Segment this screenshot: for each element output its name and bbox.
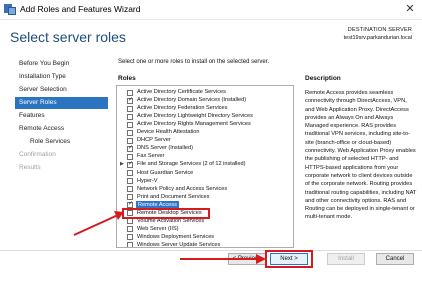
role-checkbox[interactable] — [127, 105, 133, 112]
install-button: Install — [327, 253, 365, 265]
description-text: Remote Access provides seamless connecti… — [305, 90, 417, 221]
page-title: Select server roles — [10, 29, 126, 45]
role-checkbox[interactable] — [127, 121, 133, 128]
role-checkbox[interactable] — [127, 178, 133, 185]
role-checkbox[interactable] — [127, 113, 133, 120]
role-checkbox[interactable] — [127, 226, 133, 233]
role-checkbox[interactable] — [127, 170, 133, 176]
role-checkbox[interactable] — [127, 144, 133, 153]
role-checkbox[interactable] — [127, 218, 133, 225]
close-button[interactable]: ✕ — [402, 2, 418, 17]
role-checkbox[interactable] — [127, 129, 133, 136]
role-label: Windows Server Update Services — [137, 241, 221, 248]
destination-server-value: test19srv.parkandurian.local — [343, 35, 412, 41]
description-heading: Description — [305, 75, 341, 82]
role-checkbox[interactable] — [127, 242, 133, 247]
next-button[interactable]: Next > — [270, 253, 308, 265]
role-checkbox[interactable] — [127, 160, 133, 169]
nav-item-server-selection[interactable]: Server Selection — [10, 84, 108, 96]
previous-button[interactable]: < Previous — [228, 253, 266, 265]
nav-item-features[interactable]: Features — [10, 110, 108, 122]
role-checkbox[interactable] — [127, 234, 133, 241]
role-checkbox[interactable] — [127, 200, 133, 209]
nav-item-remote-access[interactable]: Remote Access — [10, 123, 108, 135]
server-manager-icon — [4, 4, 16, 15]
role-checkbox[interactable] — [127, 96, 133, 104]
cancel-button[interactable]: Cancel — [376, 253, 414, 265]
role-checkbox[interactable] — [127, 210, 133, 217]
nav-item-results: Results — [19, 164, 41, 171]
window-title: Add Roles and Features Wizard — [20, 4, 141, 14]
nav-item-installation-type[interactable]: Installation Type — [10, 71, 108, 83]
role-checkbox[interactable] — [127, 186, 133, 193]
nav-item-before-you-begin[interactable]: Before You Begin — [10, 58, 108, 70]
nav-item-server-roles[interactable]: Server Roles — [15, 97, 108, 109]
role-row[interactable]: Windows Server Update Services — [117, 241, 293, 248]
nav-item-confirmation: Confirmation — [19, 151, 56, 158]
roles-heading: Roles — [118, 75, 136, 82]
nav-item-role-services[interactable]: Role Services — [10, 136, 108, 148]
destination-server-label: DESTINATION SERVER — [347, 27, 412, 33]
title-bar: Add Roles and Features Wizard ✕ — [0, 0, 422, 20]
roles-list[interactable]: Active Directory Certificate ServicesAct… — [116, 85, 294, 248]
footer-divider — [0, 250, 422, 251]
instruction-text: Select one or more roles to install on t… — [118, 59, 270, 65]
